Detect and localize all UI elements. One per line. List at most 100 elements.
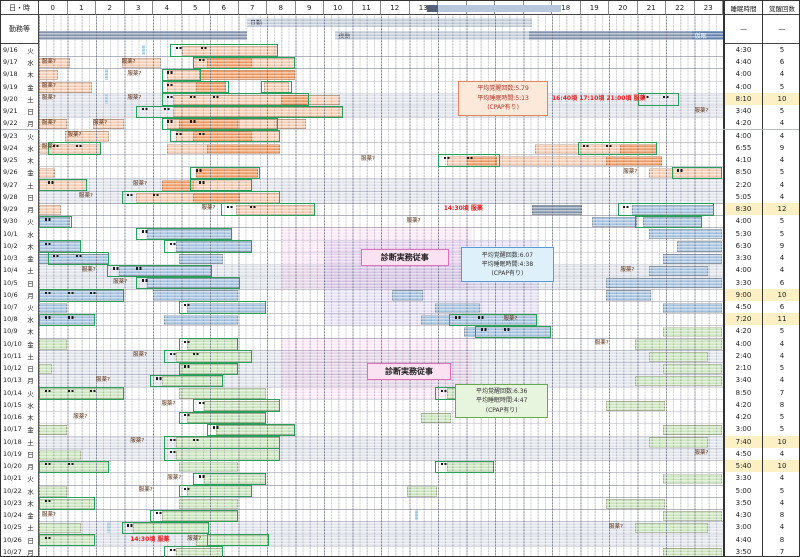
awakening-mark (606, 145, 612, 147)
sleep-time-value: 4:00 (723, 130, 762, 142)
hour-header: 20 (609, 1, 638, 15)
day-of-week-cell: 木 (23, 68, 39, 80)
sleep-time-value: 6:55 (723, 142, 762, 154)
awakening-mark (45, 500, 51, 502)
medication-note: 服薬? (162, 402, 176, 408)
wake-count-value: 9 (762, 240, 800, 252)
wake-count-value: 4 (762, 264, 800, 276)
awakening-mark (167, 84, 173, 86)
sleep-time-value: 2:40 (723, 350, 762, 362)
date-cell: 10/7 (1, 301, 23, 313)
sleep-bar (649, 437, 708, 447)
green-outline-box (449, 314, 537, 326)
awakening-mark (196, 169, 202, 171)
hour-header: 23 (695, 1, 724, 15)
date-cell: 10/23 (1, 497, 23, 509)
hour-header: 9 (296, 1, 325, 15)
wake-count-value: 4 (762, 338, 800, 350)
medication-note: 服薬? (113, 280, 127, 286)
wake-count-value: 4 (762, 350, 800, 362)
day-of-week-cell: 木 (23, 240, 39, 252)
day-of-week-cell: 金 (23, 509, 39, 521)
sleep-time-value: 8:30 (723, 203, 762, 215)
wake-count-value: 10 (762, 436, 800, 448)
awakening-mark (142, 230, 148, 232)
wake-count-value: 11 (762, 313, 800, 325)
awakening-mark (504, 328, 510, 330)
sleep-time-value: 4:10 (723, 154, 762, 166)
medication-note: 服薬? (504, 317, 518, 323)
sleep-bar (421, 413, 452, 423)
stats-line: 平均覚醒回数:6.36 (476, 387, 527, 396)
medication-note: 服薬? (407, 219, 421, 225)
day-of-week-cell: 日 (23, 191, 39, 203)
date-cell: 10/19 (1, 448, 23, 460)
day-of-week-cell: 金 (23, 81, 39, 93)
row-separator (1, 460, 800, 473)
blue-tick (142, 45, 145, 55)
sleep-time-value: 7:40 (723, 436, 762, 448)
green-outline-box (39, 387, 124, 399)
awakening-mark (441, 390, 447, 392)
date-cell: 9/26 (1, 166, 23, 178)
wake-count-value: 5 (762, 81, 800, 93)
day-of-week-cell: 月 (23, 289, 39, 301)
wake-count-value: 4 (762, 472, 800, 484)
sleep-bar (39, 70, 58, 80)
sleep-bar (663, 511, 722, 521)
wake-count-value: 4 (762, 178, 800, 190)
date-cell: 9/28 (1, 191, 23, 203)
wake-count-value: 4 (762, 130, 800, 142)
duty-sleep-value: — (723, 15, 762, 44)
date-cell: 10/16 (1, 411, 23, 423)
green-outline-box (107, 265, 212, 277)
hour-header: 19 (581, 1, 610, 15)
awakening-mark (250, 206, 256, 208)
awakening-mark (53, 255, 59, 257)
sleep-time-value: 5:00 (723, 485, 762, 497)
awakening-mark (48, 181, 54, 183)
green-outline-box (136, 228, 232, 240)
awakening-mark (623, 206, 629, 208)
awakening-mark (68, 292, 74, 294)
sleep-time-value: 3:30 (723, 472, 762, 484)
sleep-bar (39, 303, 67, 313)
sleep-time-value: 4:00 (723, 338, 762, 350)
date-cell: 10/6 (1, 289, 23, 301)
medication-note: 服薬? (82, 268, 96, 274)
date-cell: 10/12 (1, 362, 23, 374)
wake-count-value: 6 (762, 301, 800, 313)
sleep-diary-chart: 日・時 勤務等 睡眠時間 覚醒回数 — — 012345678910111213… (0, 0, 800, 557)
awakening-mark (170, 439, 176, 441)
date-cell: 9/25 (1, 154, 23, 166)
row-separator (1, 44, 800, 57)
sleep-bar (179, 388, 267, 398)
wake-count-value: 5 (762, 227, 800, 239)
sleep-bar (635, 523, 708, 533)
awakening-mark (199, 181, 205, 183)
sleep-time-value: 4:30 (723, 509, 762, 521)
sleep-bar (39, 425, 67, 435)
day-of-week-cell: 日 (23, 105, 39, 117)
wake-count-value: 7 (762, 546, 800, 557)
hour-header: 0 (39, 1, 68, 15)
sleep-bar (649, 266, 708, 276)
wake-count-value: 8 (762, 399, 800, 411)
day-of-week-cell: 月 (23, 546, 39, 557)
wake-count-value: 4 (762, 154, 800, 166)
sleep-bar (592, 217, 637, 227)
medication-note: 服薬? (139, 488, 153, 494)
day-of-week-cell: 火 (23, 215, 39, 227)
hour-header: 7 (239, 1, 268, 15)
medication-note: 服薬? (42, 121, 56, 127)
awakening-mark (444, 157, 450, 159)
wake-count-column-header: 覚醒回数 (762, 1, 800, 15)
medication-note: 服薬? (695, 451, 709, 457)
sleep-time-value: 4:20 (723, 117, 762, 129)
day-of-week-cell: 木 (23, 154, 39, 166)
awakening-mark (167, 120, 173, 122)
row-separator (1, 68, 800, 81)
day-of-week-cell: 金 (23, 166, 39, 178)
green-outline-box (170, 44, 277, 56)
sleep-time-value: 6:30 (723, 240, 762, 252)
